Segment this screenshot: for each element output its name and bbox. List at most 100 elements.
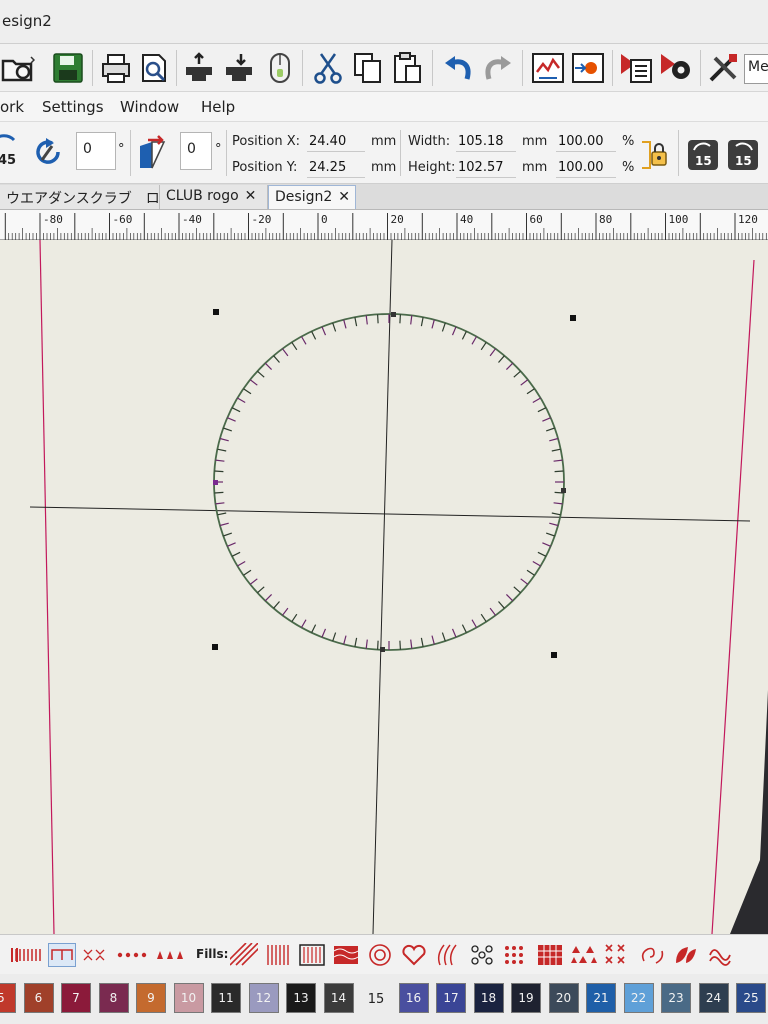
design-canvas[interactable] [0, 240, 768, 934]
selection-handle[interactable] [561, 488, 566, 493]
save-icon[interactable] [50, 48, 86, 88]
cross-motif-icon[interactable] [604, 943, 632, 967]
stitch-mark [513, 586, 521, 594]
settings-gear-icon[interactable] [658, 48, 694, 88]
color-swatch-7[interactable]: 7 [61, 983, 91, 1013]
height-field[interactable]: 102.57 [456, 160, 516, 178]
menu-help[interactable]: Help [201, 98, 235, 116]
close-icon[interactable]: ✕ [245, 188, 257, 204]
close-icon[interactable]: ✕ [338, 189, 350, 205]
color-swatch-6[interactable]: 6 [23, 983, 54, 1013]
wave-fill-icon[interactable] [332, 943, 360, 967]
triple-line-icon[interactable] [48, 943, 76, 967]
color-swatch-14[interactable]: 14 [323, 983, 354, 1013]
menu-bar: ork Settings Window Help [0, 92, 768, 122]
overflow-button[interactable]: Me [744, 54, 768, 84]
color-swatch-11[interactable]: 11 [211, 983, 241, 1013]
color-swatch-24[interactable]: 24 [698, 983, 729, 1013]
grid-fill-icon[interactable] [536, 943, 564, 967]
redo-icon[interactable] [480, 48, 516, 88]
swirl-motif-icon[interactable] [638, 943, 666, 967]
triangle-motif-icon[interactable] [570, 943, 598, 967]
color-swatch-21[interactable]: 21 [586, 983, 616, 1013]
open-folder-icon[interactable] [0, 48, 36, 88]
color-swatch-8[interactable]: 8 [98, 983, 129, 1013]
position-x-field[interactable]: 24.40 [307, 134, 365, 152]
sewing-machine-send-icon[interactable] [182, 48, 218, 88]
rotate-left-15-button[interactable]: 15 [686, 138, 720, 172]
vertical-fill-icon[interactable] [264, 943, 292, 967]
color-swatch-25[interactable]: 25 [736, 983, 766, 1013]
color-swatch-10[interactable]: 10 [173, 983, 204, 1013]
rotate-45-button[interactable]: 45 [0, 134, 24, 170]
copy-icon[interactable] [350, 48, 386, 88]
slant-angle-field[interactable]: 0 [180, 132, 212, 170]
realistic-view-icon[interactable] [570, 48, 606, 88]
rose-motif-icon[interactable] [366, 943, 394, 967]
flower-motif-icon[interactable] [468, 943, 496, 967]
bead-line-icon[interactable] [82, 943, 110, 967]
selection-handle[interactable] [380, 647, 385, 652]
color-swatch-20[interactable]: 20 [548, 983, 579, 1013]
cut-icon[interactable] [310, 48, 346, 88]
color-swatch-18[interactable]: 18 [473, 983, 504, 1013]
stitch-mark [249, 379, 258, 386]
color-swatch-15[interactable]: 15 [361, 987, 391, 1011]
motif-line-icon[interactable] [116, 943, 150, 967]
selection-handle[interactable] [212, 644, 218, 650]
stitch-mark [546, 532, 555, 537]
rotate-icon[interactable] [30, 134, 66, 170]
rotate-right-15-button[interactable]: 15 [726, 138, 760, 172]
color-swatch-23[interactable]: 23 [661, 983, 691, 1013]
ruler-label: -60 [113, 213, 133, 226]
triangle-line-icon[interactable] [156, 943, 184, 967]
color-swatch-13[interactable]: 13 [286, 983, 316, 1013]
tools-icon[interactable] [706, 48, 742, 88]
tab-dance-club-logo[interactable]: ウエアダンスクラブ ロゴ✕ [0, 185, 191, 209]
rotate-angle-field[interactable]: 0 [76, 132, 116, 170]
selection-handle[interactable] [213, 480, 218, 485]
paste-icon[interactable] [390, 48, 426, 88]
print-preview-icon[interactable] [136, 48, 172, 88]
print-icon[interactable] [98, 48, 134, 88]
position-y-field[interactable]: 24.25 [307, 160, 365, 178]
ornament-motif-icon[interactable] [706, 943, 734, 967]
color-swatch-16[interactable]: 16 [398, 983, 429, 1013]
menu-window[interactable]: Window [120, 98, 179, 116]
color-swatch-22[interactable]: 22 [623, 983, 654, 1013]
aspect-lock-icon[interactable] [640, 138, 670, 172]
tab-club-rogo[interactable]: CLUB rogo ✕ [160, 185, 268, 209]
selection-handle[interactable] [213, 309, 219, 315]
flag-list-icon[interactable] [618, 48, 654, 88]
stitch-mark [243, 388, 252, 395]
slant-icon[interactable] [134, 134, 172, 170]
tab-design2[interactable]: Design2 ✕ [268, 185, 356, 209]
color-swatch-12[interactable]: 12 [248, 983, 279, 1013]
color-swatch-9[interactable]: 9 [136, 983, 166, 1013]
mouse-icon[interactable] [262, 48, 298, 88]
diagonal-fill-icon[interactable] [230, 943, 258, 967]
sewing-machine-receive-icon[interactable] [222, 48, 258, 88]
selection-handle[interactable] [391, 312, 396, 317]
dot-fill-icon[interactable] [502, 943, 530, 967]
color-swatch-19[interactable]: 19 [511, 983, 541, 1013]
undo-icon[interactable] [440, 48, 476, 88]
menu-settings[interactable]: Settings [42, 98, 104, 116]
stitch-mark [311, 331, 317, 340]
color-swatch-5[interactable]: 5 [0, 983, 16, 1013]
vertical-dense-fill-icon[interactable] [298, 943, 326, 967]
width-percent-field[interactable]: 100.00 [556, 134, 616, 152]
height-percent-field[interactable]: 100.00 [556, 160, 616, 178]
heart-motif-icon[interactable] [400, 943, 428, 967]
curve-fill-icon[interactable] [434, 943, 462, 967]
selection-handle[interactable] [570, 315, 576, 321]
stitch-simulator-icon[interactable] [530, 48, 566, 88]
stitch-mark [214, 470, 224, 473]
color-swatch-17[interactable]: 17 [436, 983, 466, 1013]
swatch-number: 14 [330, 991, 347, 1005]
leaf-motif-icon[interactable] [672, 943, 700, 967]
selection-handle[interactable] [551, 652, 557, 658]
menu-work[interactable]: ork [0, 98, 24, 116]
running-line-icon[interactable] [14, 943, 42, 967]
width-field[interactable]: 105.18 [456, 134, 516, 152]
